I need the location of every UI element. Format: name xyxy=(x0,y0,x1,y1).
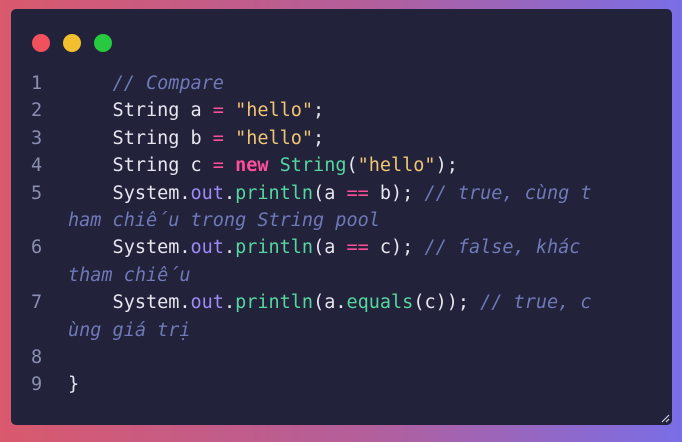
code-token: ( xyxy=(346,155,358,177)
code-token: "hello" xyxy=(235,100,314,122)
code-token: == xyxy=(346,237,369,259)
code-token: . xyxy=(223,292,236,314)
line-number: 4 xyxy=(31,155,43,177)
code-token: ; xyxy=(313,100,325,122)
code-line: ham chiếu trong String pool xyxy=(11,207,672,234)
code-token: String a xyxy=(68,100,213,122)
resize-handle-icon[interactable] xyxy=(661,414,670,423)
code-line: 2 String a = "hello"; xyxy=(11,97,672,124)
code-line: 9} xyxy=(11,371,672,398)
code-token: } xyxy=(68,374,80,396)
code-token: // true, cùng t xyxy=(424,182,592,204)
code-token: c); xyxy=(368,237,425,259)
line-number: 9 xyxy=(31,374,43,396)
code-token: (a. xyxy=(313,292,347,314)
code-text: System.out.println(a == b); // true, cùn… xyxy=(68,180,592,207)
code-text: String b = "hello"; xyxy=(68,125,325,152)
code-line: 1 // Compare xyxy=(11,70,672,97)
window-controls xyxy=(32,34,112,52)
code-token: ); xyxy=(435,155,458,177)
code-text: ham chiếu trong String pool xyxy=(68,207,380,234)
maximize-dot-icon[interactable] xyxy=(94,34,112,52)
code-token: (a xyxy=(313,182,347,204)
code-token: "hello" xyxy=(357,155,436,177)
code-token: println xyxy=(235,292,314,314)
code-token: println xyxy=(235,182,314,204)
code-token: ùng giá trị xyxy=(68,319,191,341)
code-text: System.out.println(a == c); // false, kh… xyxy=(68,234,581,261)
code-token: out xyxy=(190,237,224,259)
line-number: 2 xyxy=(31,100,43,122)
line-number: 5 xyxy=(31,182,43,204)
line-number: 6 xyxy=(31,237,43,259)
code-token: . xyxy=(223,182,236,204)
code-token: System. xyxy=(68,292,191,314)
code-token: == xyxy=(346,182,369,204)
code-line: 8 xyxy=(11,344,672,371)
code-token: new xyxy=(235,155,269,177)
code-token: b); xyxy=(368,182,425,204)
code-line: tham chiếu xyxy=(11,262,672,289)
code-text: System.out.println(a.equals(c)); // true… xyxy=(68,289,592,316)
code-token: = xyxy=(212,127,224,149)
code-token: equals xyxy=(346,292,414,314)
code-window: 1 // Compare 2 String a = "hello"; 3 Strin… xyxy=(11,9,672,425)
code-token: System. xyxy=(68,182,191,204)
code-token: out xyxy=(190,292,224,314)
code-text: ùng giá trị xyxy=(68,317,191,344)
close-dot-icon[interactable] xyxy=(32,34,50,52)
code-text: tham chiếu xyxy=(68,262,191,289)
code-line: 5 System.out.println(a == b); // true, c… xyxy=(11,180,672,207)
code-token: // true, c xyxy=(480,292,592,314)
code-text: String a = "hello"; xyxy=(68,97,325,124)
code-text: // Compare xyxy=(68,70,224,97)
code-line: 3 String b = "hello"; xyxy=(11,125,672,152)
code-token: "hello" xyxy=(235,127,314,149)
code-token: // false, khác xyxy=(424,237,581,259)
code-token: // Compare xyxy=(112,73,224,94)
code-text: String c = new String("hello"); xyxy=(68,152,458,179)
code-token: = xyxy=(212,100,224,122)
code-token: String xyxy=(279,155,347,177)
code-token: = xyxy=(212,155,224,177)
code-token: println xyxy=(235,237,314,259)
code-token: ; xyxy=(313,127,325,149)
code-line: ùng giá trị xyxy=(11,317,672,344)
code-token: (a xyxy=(313,237,347,259)
code-token: String b xyxy=(68,127,213,149)
line-number: 8 xyxy=(31,346,43,368)
code-line: 7 System.out.println(a.equals(c)); // tr… xyxy=(11,289,672,316)
line-number: 7 xyxy=(31,292,43,314)
line-number: 1 xyxy=(31,73,43,94)
code-token: ham chiếu trong String pool xyxy=(68,209,380,231)
code-token: . xyxy=(223,237,236,259)
code-token: (c)); xyxy=(413,292,481,314)
minimize-dot-icon[interactable] xyxy=(63,34,81,52)
code-token: String c xyxy=(68,155,213,177)
code-text: } xyxy=(68,371,79,398)
code-token: tham chiếu xyxy=(68,264,191,286)
code-line: 4 String c = new String("hello"); xyxy=(11,152,672,179)
code-token: System. xyxy=(68,237,191,259)
line-number: 3 xyxy=(31,127,43,149)
code-token: out xyxy=(190,182,224,204)
code-block: 1 // Compare 2 String a = "hello"; 3 Strin… xyxy=(11,70,672,399)
code-line: 6 System.out.println(a == c); // false, … xyxy=(11,234,672,261)
